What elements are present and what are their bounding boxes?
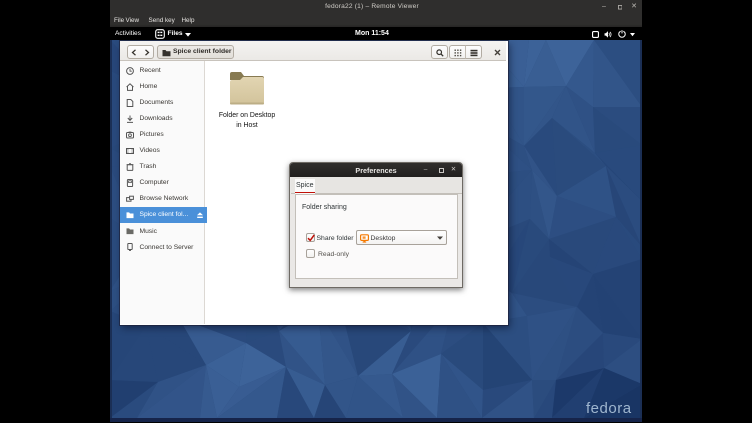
svg-text:fedora: fedora — [586, 400, 632, 417]
